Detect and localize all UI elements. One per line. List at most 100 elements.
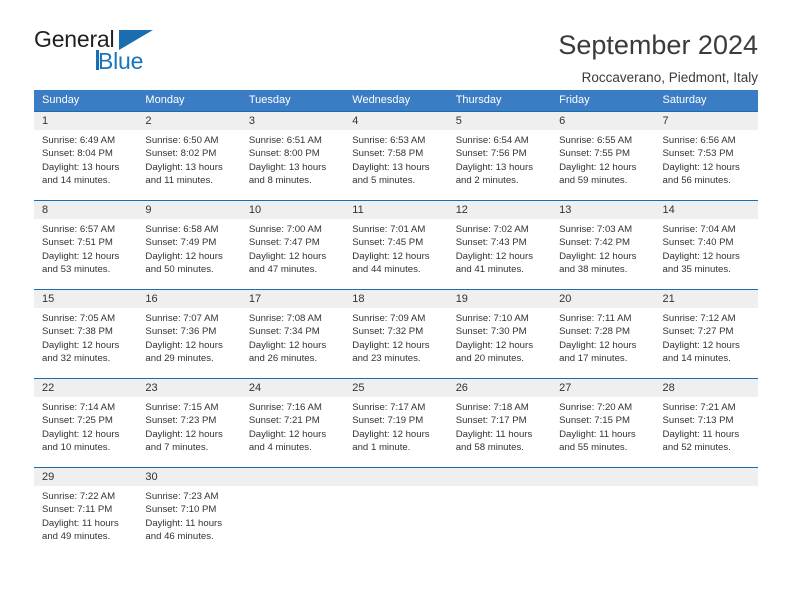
day-details: Sunrise: 7:00 AM Sunset: 7:47 PM Daylight:… bbox=[241, 219, 344, 277]
sunrise-text: Sunrise: 6:55 AM bbox=[559, 134, 633, 146]
day-details: Sunrise: 7:01 AM Sunset: 7:45 PM Daylight:… bbox=[344, 219, 447, 277]
day-details: Sunrise: 6:54 AM Sunset: 7:56 PM Daylight:… bbox=[448, 130, 551, 188]
sunrise-text: Sunrise: 7:23 AM bbox=[145, 490, 219, 502]
day-details: Sunrise: 7:05 AM Sunset: 7:38 PM Daylight:… bbox=[34, 308, 137, 366]
sunset-text: Sunset: 7:15 PM bbox=[559, 415, 631, 427]
daylight-text-line2: and 17 minutes. bbox=[559, 353, 628, 365]
calendar-day-cell[interactable]: 10 Sunrise: 7:00 AM Sunset: 7:47 PM Dayligh… bbox=[240, 199, 345, 289]
sunset-text: Sunset: 7:38 PM bbox=[42, 326, 113, 338]
daylight-text-line2: and 10 minutes. bbox=[42, 442, 111, 454]
day-details: Sunrise: 6:50 AM Sunset: 8:02 PM Daylight:… bbox=[137, 130, 240, 188]
weekday-header-monday: Monday bbox=[137, 90, 241, 111]
calendar-day-cell[interactable]: 14 Sunrise: 7:04 AM Sunset: 7:40 PM Dayligh… bbox=[654, 199, 758, 289]
calendar-day-cell[interactable]: 4 Sunrise: 6:53 AM Sunset: 7:58 PM Daylight… bbox=[344, 110, 448, 200]
calendar-day-cell[interactable]: 27 Sunrise: 7:20 AM Sunset: 7:15 PM Dayligh… bbox=[551, 377, 655, 467]
logo-general-blue[interactable]: General Blue bbox=[34, 28, 184, 76]
calendar-cell-empty bbox=[447, 466, 552, 556]
sunset-text: Sunset: 7:49 PM bbox=[145, 237, 217, 249]
calendar-day-cell[interactable]: 7 Sunrise: 6:56 AM Sunset: 7:53 PM Daylight… bbox=[654, 110, 758, 200]
day-number: 9 bbox=[137, 200, 241, 219]
calendar-cell-empty bbox=[654, 466, 758, 556]
calendar-day-cell[interactable]: 24 Sunrise: 7:16 AM Sunset: 7:21 PM Dayligh… bbox=[240, 377, 345, 467]
day-details: Sunrise: 6:51 AM Sunset: 8:00 PM Daylight:… bbox=[241, 130, 344, 188]
daylight-text-line2: and 2 minutes. bbox=[455, 175, 519, 187]
day-number: 6 bbox=[551, 111, 655, 130]
day-number: 21 bbox=[654, 289, 758, 308]
calendar-day-cell[interactable]: 26 Sunrise: 7:18 AM Sunset: 7:17 PM Dayligh… bbox=[447, 377, 552, 467]
sunrise-text: Sunrise: 7:18 AM bbox=[455, 401, 529, 413]
daylight-text-line1: Daylight: 13 hours bbox=[455, 161, 534, 173]
daylight-text-line1: Daylight: 12 hours bbox=[559, 339, 637, 351]
page-header: General Blue September 2024 Roccaverano,… bbox=[0, 0, 792, 86]
calendar-day-cell[interactable]: 23 Sunrise: 7:15 AM Sunset: 7:23 PM Dayligh… bbox=[137, 377, 241, 467]
daylight-text-line2: and 53 minutes. bbox=[42, 264, 111, 276]
calendar-week-row: 1 Sunrise: 6:49 AM Sunset: 8:04 PM Daylight… bbox=[34, 110, 758, 200]
daylight-text-line1: Daylight: 11 hours bbox=[559, 428, 636, 440]
daylight-text-line1: Daylight: 12 hours bbox=[662, 339, 740, 351]
sunrise-text: Sunrise: 7:16 AM bbox=[248, 401, 322, 413]
calendar-header-row: Sunday Monday Tuesday Wednesday Thursday… bbox=[34, 90, 758, 111]
calendar-day-cell[interactable]: 9 Sunrise: 6:58 AM Sunset: 7:49 PM Daylight… bbox=[137, 199, 241, 289]
day-details: Sunrise: 7:20 AM Sunset: 7:15 PM Daylight:… bbox=[551, 397, 654, 455]
sunrise-text: Sunrise: 7:03 AM bbox=[559, 223, 633, 235]
day-number: 13 bbox=[551, 200, 655, 219]
daylight-text-line2: and 59 minutes. bbox=[559, 175, 628, 187]
calendar-day-cell[interactable]: 5 Sunrise: 6:54 AM Sunset: 7:56 PM Daylight… bbox=[447, 110, 552, 200]
calendar-day-cell[interactable]: 3 Sunrise: 6:51 AM Sunset: 8:00 PM Daylight… bbox=[240, 110, 345, 200]
sunrise-text: Sunrise: 7:10 AM bbox=[455, 312, 529, 324]
calendar-day-cell[interactable]: 11 Sunrise: 7:01 AM Sunset: 7:45 PM Dayligh… bbox=[344, 199, 448, 289]
day-number: 24 bbox=[240, 378, 345, 397]
calendar-day-cell[interactable]: 2 Sunrise: 6:50 AM Sunset: 8:02 PM Daylight… bbox=[137, 110, 241, 200]
daylight-text-line1: Daylight: 12 hours bbox=[662, 250, 740, 262]
calendar-day-cell[interactable]: 20 Sunrise: 7:11 AM Sunset: 7:28 PM Dayligh… bbox=[551, 288, 655, 378]
day-details: Sunrise: 7:07 AM Sunset: 7:36 PM Daylight:… bbox=[137, 308, 240, 366]
calendar-day-cell[interactable]: 21 Sunrise: 7:12 AM Sunset: 7:27 PM Dayligh… bbox=[654, 288, 758, 378]
day-details: Sunrise: 7:16 AM Sunset: 7:21 PM Daylight:… bbox=[241, 397, 344, 455]
calendar-week-row: 8 Sunrise: 6:57 AM Sunset: 7:51 PM Daylight… bbox=[34, 199, 758, 289]
calendar-day-cell[interactable]: 18 Sunrise: 7:09 AM Sunset: 7:32 PM Dayligh… bbox=[344, 288, 448, 378]
calendar-day-cell[interactable]: 13 Sunrise: 7:03 AM Sunset: 7:42 PM Dayligh… bbox=[551, 199, 655, 289]
sunset-text: Sunset: 7:43 PM bbox=[455, 237, 527, 249]
daylight-text-line2: and 20 minutes. bbox=[455, 353, 524, 365]
day-details: Sunrise: 7:03 AM Sunset: 7:42 PM Daylight:… bbox=[551, 219, 654, 277]
daylight-text-line2: and 11 minutes. bbox=[145, 175, 213, 187]
calendar-day-cell[interactable]: 29 Sunrise: 7:22 AM Sunset: 7:11 PM Dayligh… bbox=[34, 466, 138, 556]
sunrise-text: Sunrise: 7:01 AM bbox=[352, 223, 426, 235]
day-number bbox=[551, 467, 655, 486]
daylight-text-line2: and 55 minutes. bbox=[559, 442, 628, 454]
calendar-day-cell[interactable]: 1 Sunrise: 6:49 AM Sunset: 8:04 PM Daylight… bbox=[34, 110, 138, 200]
day-details: Sunrise: 7:09 AM Sunset: 7:32 PM Daylight:… bbox=[344, 308, 447, 366]
calendar-day-cell[interactable]: 15 Sunrise: 7:05 AM Sunset: 7:38 PM Dayligh… bbox=[34, 288, 138, 378]
day-number: 14 bbox=[654, 200, 758, 219]
day-number: 11 bbox=[344, 200, 448, 219]
calendar-day-cell[interactable]: 30 Sunrise: 7:23 AM Sunset: 7:10 PM Dayligh… bbox=[137, 466, 241, 556]
day-details: Sunrise: 6:56 AM Sunset: 7:53 PM Daylight:… bbox=[655, 130, 758, 188]
daylight-text-line1: Daylight: 11 hours bbox=[455, 428, 533, 440]
sunset-text: Sunset: 7:25 PM bbox=[42, 415, 113, 427]
calendar-day-cell[interactable]: 25 Sunrise: 7:17 AM Sunset: 7:19 PM Dayligh… bbox=[344, 377, 448, 467]
daylight-text-line2: and 5 minutes. bbox=[352, 175, 416, 187]
daylight-text-line2: and 38 minutes. bbox=[559, 264, 628, 276]
day-number: 7 bbox=[654, 111, 758, 130]
calendar-day-cell[interactable]: 17 Sunrise: 7:08 AM Sunset: 7:34 PM Dayligh… bbox=[240, 288, 345, 378]
sunset-text: Sunset: 7:11 PM bbox=[42, 504, 113, 516]
calendar-day-cell[interactable]: 19 Sunrise: 7:10 AM Sunset: 7:30 PM Dayligh… bbox=[447, 288, 552, 378]
calendar-day-cell[interactable]: 12 Sunrise: 7:02 AM Sunset: 7:43 PM Dayligh… bbox=[447, 199, 552, 289]
sunrise-text: Sunrise: 7:02 AM bbox=[455, 223, 529, 235]
calendar-day-cell[interactable]: 16 Sunrise: 7:07 AM Sunset: 7:36 PM Dayligh… bbox=[137, 288, 241, 378]
day-number: 25 bbox=[344, 378, 448, 397]
day-number: 26 bbox=[447, 378, 552, 397]
sunset-text: Sunset: 7:51 PM bbox=[42, 237, 113, 249]
day-details: Sunrise: 7:14 AM Sunset: 7:25 PM Daylight:… bbox=[34, 397, 137, 455]
sunrise-text: Sunrise: 6:58 AM bbox=[145, 223, 219, 235]
calendar-day-cell[interactable]: 28 Sunrise: 7:21 AM Sunset: 7:13 PM Dayligh… bbox=[654, 377, 758, 467]
day-details: Sunrise: 6:58 AM Sunset: 7:49 PM Daylight:… bbox=[137, 219, 240, 277]
calendar-day-cell[interactable]: 6 Sunrise: 6:55 AM Sunset: 7:55 PM Daylight… bbox=[551, 110, 655, 200]
calendar-week-row: 22 Sunrise: 7:14 AM Sunset: 7:25 PM Dayligh… bbox=[34, 377, 758, 467]
sunset-text: Sunset: 8:00 PM bbox=[248, 148, 320, 160]
calendar-day-cell[interactable]: 8 Sunrise: 6:57 AM Sunset: 7:51 PM Daylight… bbox=[34, 199, 138, 289]
daylight-text-line1: Daylight: 12 hours bbox=[455, 250, 534, 262]
calendar-day-cell[interactable]: 22 Sunrise: 7:14 AM Sunset: 7:25 PM Dayligh… bbox=[34, 377, 138, 467]
weekday-header-saturday: Saturday bbox=[654, 90, 758, 111]
daylight-text-line1: Daylight: 12 hours bbox=[455, 339, 534, 351]
